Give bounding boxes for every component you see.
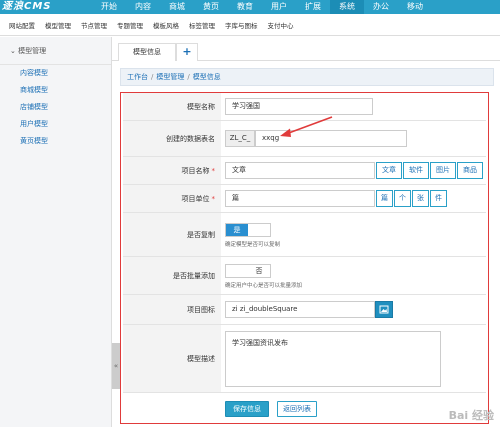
item-name-option[interactable]: 图片 [430,162,456,179]
item-unit-option[interactable]: 个 [394,190,411,207]
top-nav-item[interactable]: 内容 [126,0,160,14]
toggle-on-label: 是 [226,224,248,236]
sub-nav-item[interactable]: 标签管理 [184,20,220,30]
top-nav-item[interactable]: 移动 [398,0,432,14]
model-form: 模型名称 学习强国 创建的数据表名 ZL_C_ xxqg 项目名称 * 文章 文章… [120,92,489,424]
top-nav-item[interactable]: 办公 [364,0,398,14]
toggle-knob [226,265,248,277]
sub-nav-menu: 网站配置 模型管理 节点管理 专题管理 模板风格 标签管理 字库与图标 支付中心 [0,14,500,36]
label-copy: 是否复制 [123,213,221,256]
toggle-off-label: 否 [248,265,270,277]
batch-add-toggle[interactable]: 否 [225,264,271,278]
toggle-knob [248,224,270,236]
tab-bar: 模型信息 + [112,37,500,61]
image-picker-button[interactable] [375,301,393,318]
sub-nav-item[interactable]: 支付中心 [263,20,299,30]
top-nav-item[interactable]: 教育 [228,0,262,14]
top-nav-item[interactable]: 用户 [262,0,296,14]
row-model-name: 模型名称 学习强国 [123,93,486,121]
label-table-name: 创建的数据表名 [123,121,221,156]
row-table-name: 创建的数据表名 ZL_C_ xxqg [123,121,486,157]
copy-hint: 确定模型是否可以复制 [225,242,281,248]
sidebar: ⌄ 模型管理 内容模型 商城模型 店铺模型 用户模型 黄页模型 [0,37,112,427]
row-batch-add: 是否批量添加 否 确定用户中心是否可以批量添加 [123,257,486,295]
item-name-option[interactable]: 软件 [403,162,429,179]
table-prefix: ZL_C_ [225,130,255,147]
item-name-input[interactable]: 文章 [225,162,375,179]
copy-toggle[interactable]: 是 [225,223,271,237]
watermark: Bai 经验 [448,409,494,422]
sub-nav-item[interactable]: 模板风格 [148,20,184,30]
add-tab-button[interactable]: + [176,43,198,61]
label-model-name: 模型名称 [123,93,221,120]
breadcrumb-workbench[interactable]: 工作台 [127,73,148,81]
description-textarea[interactable]: 学习强国资讯发布 [225,331,441,387]
sidebar-item[interactable]: 商城模型 [0,82,111,99]
model-name-input[interactable]: 学习强国 [225,98,373,115]
sidebar-heading[interactable]: ⌄ 模型管理 [0,37,111,65]
top-nav-item[interactable]: 系统 [330,0,364,14]
item-unit-option[interactable]: 件 [430,190,447,207]
row-icon: 项目图标 zi zi_doubleSquare [123,295,486,325]
label-icon: 项目图标 [123,295,221,324]
top-nav-item[interactable]: 开始 [92,0,126,14]
breadcrumb-model-info: 模型信息 [192,73,221,81]
top-nav-item[interactable]: 扩展 [296,0,330,14]
top-nav-item[interactable]: 商城 [160,0,194,14]
label-description: 模型描述 [123,325,221,392]
tab-model-info[interactable]: 模型信息 [118,43,176,61]
item-name-option[interactable]: 文章 [376,162,402,179]
required-mark: * [211,194,216,203]
sidebar-item[interactable]: 黄页模型 [0,133,111,150]
top-nav-item[interactable]: 黄页 [194,0,228,14]
sub-nav-item[interactable]: 网站配置 [4,20,40,30]
label-item-name: 项目名称 * [123,157,221,184]
label-item-unit: 项目单位 * [123,185,221,212]
chevron-down-icon: ⌄ [10,47,19,55]
image-icon [379,305,389,314]
sidebar-heading-label: 模型管理 [18,47,47,55]
row-item-name: 项目名称 * 文章 文章 软件 图片 商品 [123,157,486,185]
required-mark: * [211,166,216,175]
breadcrumb-model-manage[interactable]: 模型管理 [156,73,184,81]
sub-nav-item[interactable]: 节点管理 [76,20,112,30]
sub-nav-item[interactable]: 字库与图标 [220,20,263,30]
breadcrumb-separator: / [187,73,190,81]
sub-nav-item[interactable]: 专题管理 [112,20,148,30]
batch-add-hint: 确定用户中心是否可以批量添加 [225,283,303,289]
back-to-list-button[interactable]: 返回列表 [277,401,317,417]
table-name-input[interactable]: xxqg [255,130,407,147]
item-unit-option[interactable]: 张 [412,190,429,207]
breadcrumb: 工作台 / 模型管理 / 模型信息 [120,68,494,86]
sidebar-item[interactable]: 内容模型 [0,65,111,82]
top-navbar: 逐浪CMS 开始 内容 商城 黄页 教育 用户 扩展 系统 办公 移动 [0,0,500,14]
sidebar-collapse-button[interactable]: « [112,343,120,389]
sidebar-item[interactable]: 店铺模型 [0,99,111,116]
sidebar-item[interactable]: 用户模型 [0,116,111,133]
sub-nav-item[interactable]: 模型管理 [40,20,76,30]
save-button[interactable]: 保存信息 [225,401,269,417]
row-description: 模型描述 学习强国资讯发布 [123,325,486,393]
item-name-option[interactable]: 商品 [457,162,483,179]
item-unit-input[interactable]: 篇 [225,190,375,207]
item-unit-option[interactable]: 篇 [376,190,393,207]
label-batch-add: 是否批量添加 [123,257,221,294]
icon-input[interactable]: zi zi_doubleSquare [225,301,375,318]
top-nav-menu: 开始 内容 商城 黄页 教育 用户 扩展 系统 办公 移动 [92,0,432,14]
row-item-unit: 项目单位 * 篇 篇 个 张 件 [123,185,486,213]
row-copy: 是否复制 是 确定模型是否可以复制 [123,213,486,257]
logo: 逐浪CMS [2,1,52,12]
